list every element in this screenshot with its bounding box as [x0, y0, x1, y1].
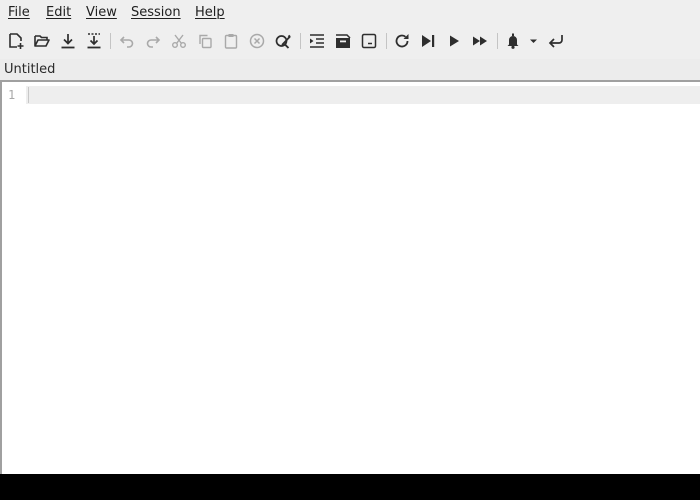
current-line-highlight	[26, 86, 700, 104]
toolbar-separator	[386, 33, 387, 49]
bell-dropdown-icon	[530, 39, 537, 43]
cut-button[interactable]	[168, 29, 190, 53]
notifications-button[interactable]	[504, 29, 540, 53]
document-tab-bar: Untitled	[0, 59, 700, 80]
toolbar-separator	[300, 33, 301, 49]
archive-icon	[336, 34, 351, 48]
terminal-icon	[361, 33, 377, 49]
undo-icon	[119, 36, 134, 48]
open-folder-icon	[34, 35, 50, 47]
terminal-button[interactable]	[358, 29, 380, 53]
paste-button[interactable]	[220, 29, 242, 53]
menu-edit[interactable]: Edit	[46, 4, 71, 22]
new-file-button[interactable]	[5, 29, 27, 53]
open-button[interactable]	[31, 29, 53, 53]
clear-button[interactable]	[246, 29, 268, 53]
indent-button[interactable]	[306, 29, 328, 53]
redo-button[interactable]	[142, 29, 164, 53]
menu-bar: File Edit View Session Help	[0, 0, 700, 25]
save-button[interactable]	[57, 29, 79, 53]
save-as-icon	[87, 33, 101, 49]
text-cursor	[28, 87, 29, 103]
copy-icon	[199, 34, 212, 49]
application-window: File Edit View Session Help Untitled 1	[0, 0, 700, 474]
toolbar-separator	[497, 33, 498, 49]
archive-button[interactable]	[332, 29, 354, 53]
toolbar-separator	[110, 33, 111, 49]
step-forward-button[interactable]	[417, 29, 439, 53]
find-replace-button[interactable]	[272, 29, 294, 53]
run-all-button[interactable]	[469, 29, 491, 53]
redo-icon	[146, 36, 161, 48]
return-button[interactable]	[545, 29, 567, 53]
indent-icon	[310, 34, 324, 48]
menu-view[interactable]: View	[86, 4, 117, 22]
document-tab-title[interactable]: Untitled	[4, 62, 55, 78]
undo-button[interactable]	[116, 29, 138, 53]
cut-icon	[172, 34, 186, 48]
run-button[interactable]	[443, 29, 465, 53]
line-number: 1	[8, 88, 16, 102]
line-number-gutter: 1	[2, 82, 26, 474]
return-icon	[548, 35, 563, 48]
step-forward-icon	[422, 35, 435, 47]
reload-button[interactable]	[391, 29, 413, 53]
screen-bottom-area	[0, 474, 700, 500]
reload-icon	[395, 34, 409, 48]
bell-icon	[507, 33, 537, 49]
play-icon	[450, 35, 459, 47]
find-replace-icon	[275, 34, 291, 49]
clear-icon	[249, 33, 265, 49]
toolbar	[0, 26, 700, 56]
menu-file[interactable]: File	[8, 4, 30, 22]
code-editor[interactable]: 1	[0, 80, 700, 474]
paste-icon	[224, 34, 238, 49]
menu-session[interactable]: Session	[131, 4, 181, 22]
copy-button[interactable]	[194, 29, 216, 53]
save-icon	[61, 34, 75, 49]
menu-help[interactable]: Help	[195, 4, 225, 22]
save-as-button[interactable]	[83, 29, 105, 53]
new-file-icon	[9, 33, 24, 49]
fast-forward-icon	[473, 36, 487, 46]
